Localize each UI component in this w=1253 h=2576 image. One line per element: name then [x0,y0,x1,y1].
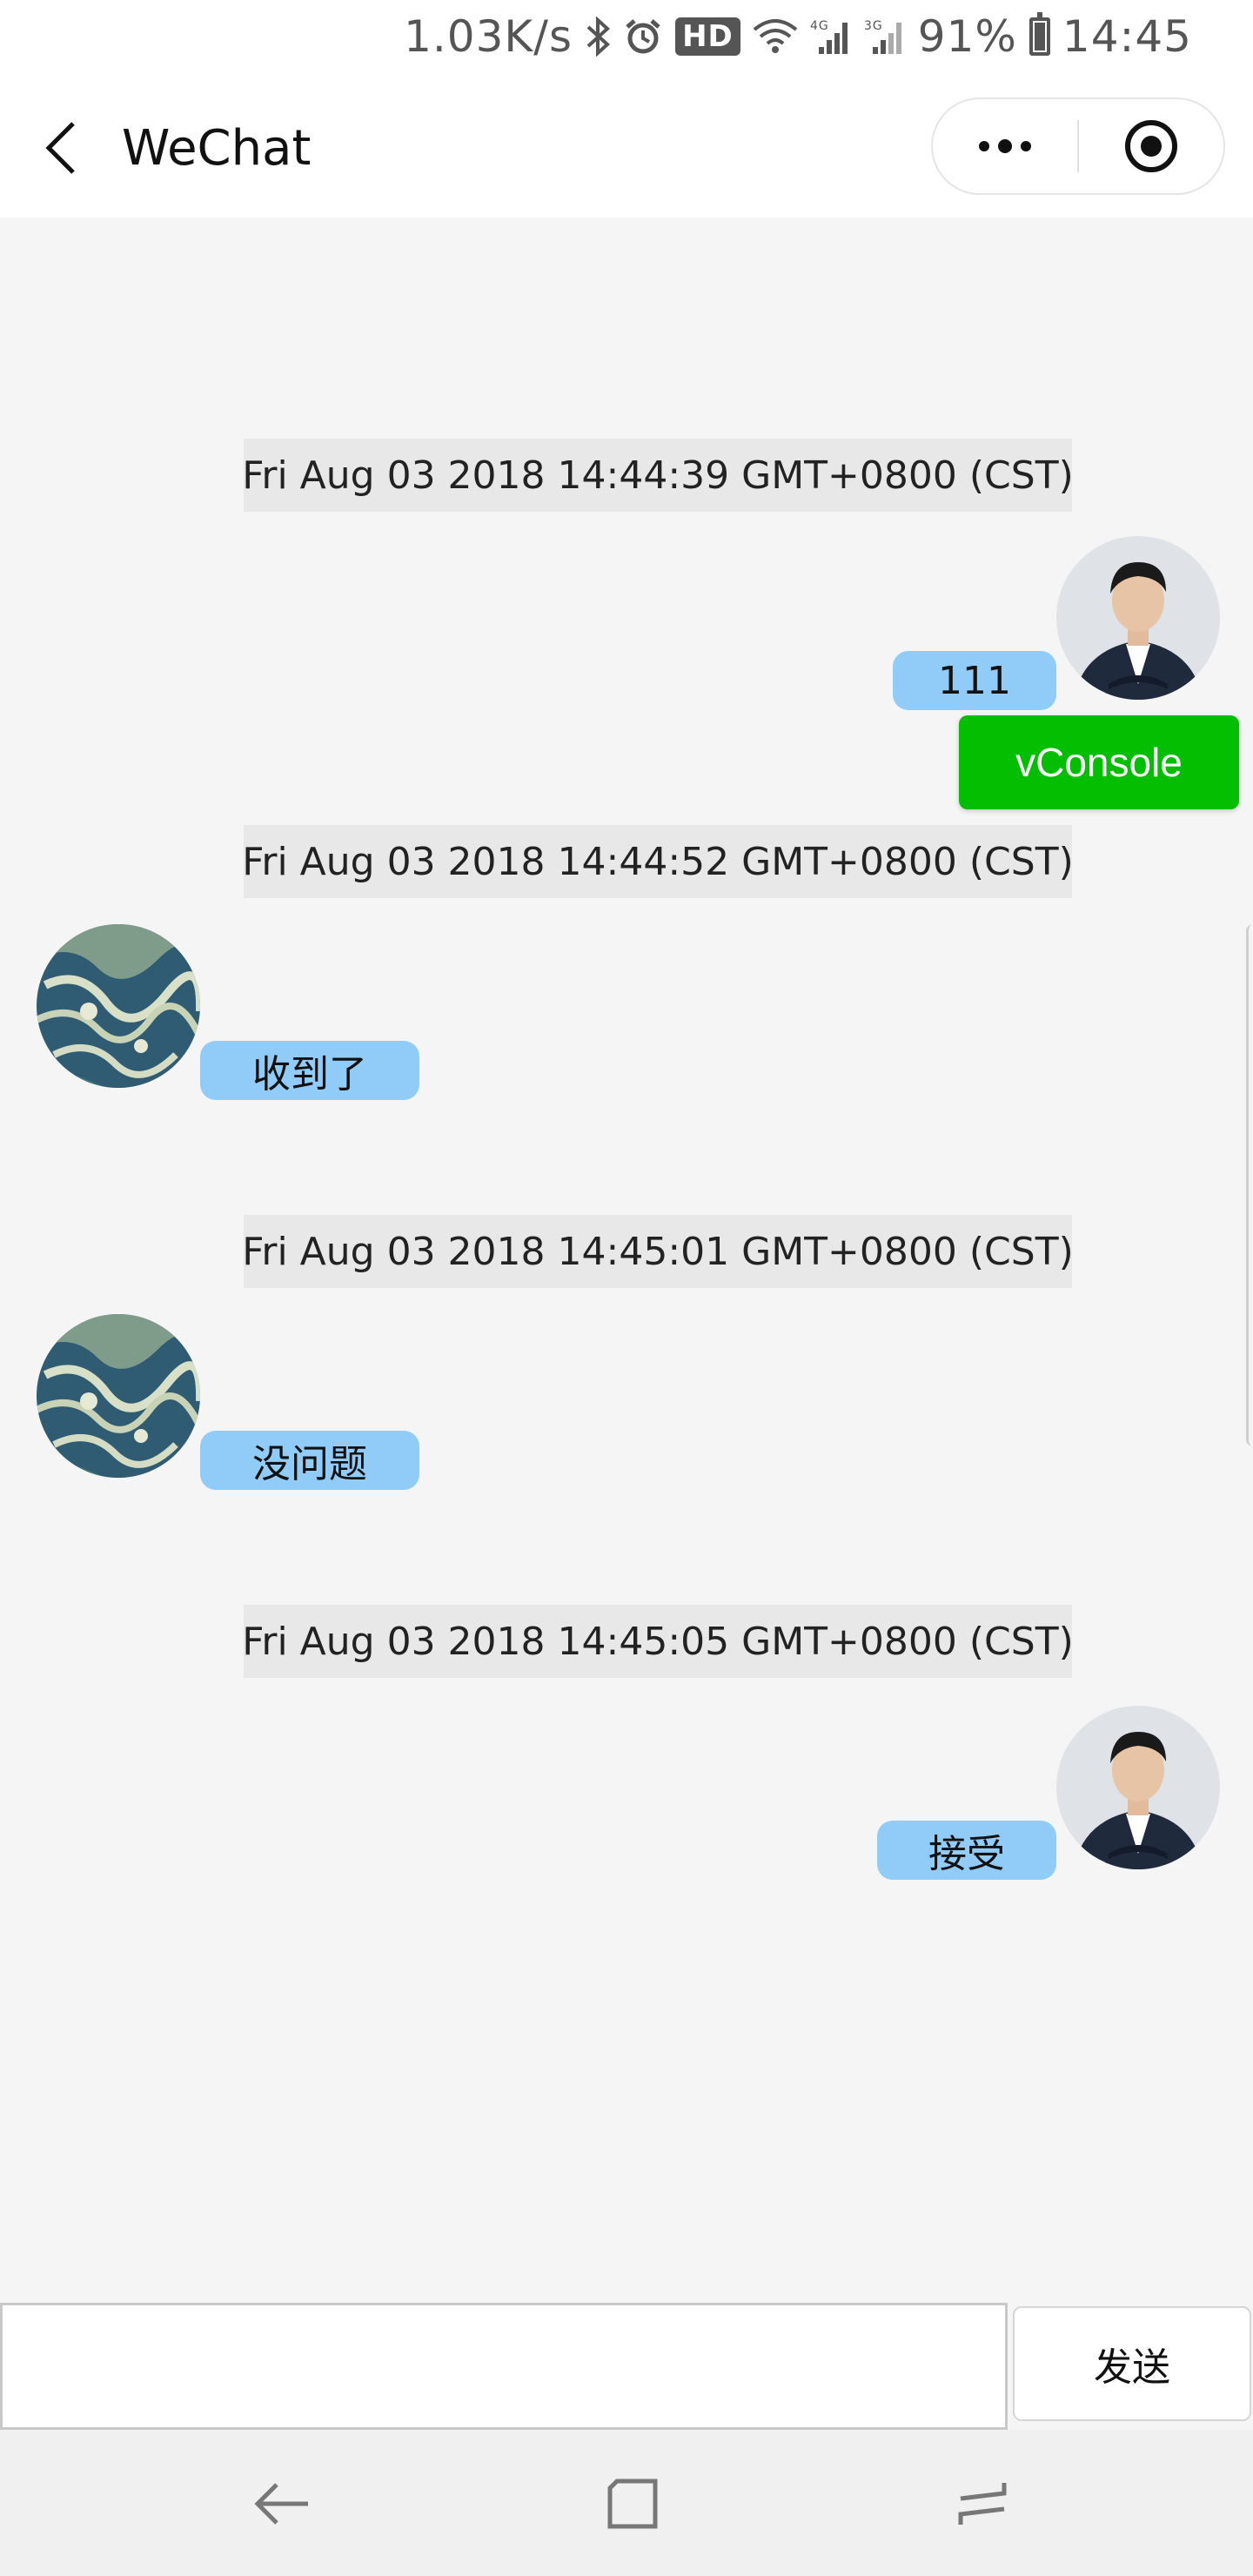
message-timestamp: Fri Aug 03 2018 14:44:52 GMT+0800 (CST) [242,825,1074,898]
send-button[interactable]: 发送 [1013,2306,1251,2421]
message-timestamp: Fri Aug 03 2018 14:44:39 GMT+0800 (CST) [242,439,1074,512]
signal-4g-icon: 4G [810,17,852,56]
target-icon [1125,120,1177,172]
network-speed: 1.03K/s [404,11,573,62]
more-button[interactable] [933,99,1077,193]
wifi-icon [753,19,798,54]
system-nav-bar [0,2430,1253,2576]
title-bar: WeChat [0,75,1253,218]
message-bubble-self[interactable]: 接受 [877,1821,1056,1880]
hd-badge: HD [675,17,740,57]
status-bar-icons: 1.03K/s HD 4G 3G 91% 14:45 [404,10,1192,63]
alarm-icon [623,17,663,57]
page-title: WeChat [122,120,312,177]
close-mini-program-button[interactable] [1079,99,1223,193]
battery-percent: 91% [917,11,1017,62]
message-timestamp: Fri Aug 03 2018 14:45:05 GMT+0800 (CST) [242,1605,1074,1678]
back-arrow-icon [45,122,75,174]
battery-icon [1029,12,1050,56]
back-button[interactable] [35,113,87,183]
nav-back-button[interactable] [244,2465,322,2543]
nav-home-button[interactable] [593,2465,672,2543]
message-bubble-contact[interactable]: 没问题 [200,1431,419,1490]
avatar-self[interactable] [1056,536,1220,700]
message-timestamp: Fri Aug 03 2018 14:45:01 GMT+0800 (CST) [242,1215,1074,1288]
vconsole-button[interactable]: vConsole [959,715,1239,809]
nav-recents-button[interactable] [943,2465,1022,2543]
message-input[interactable] [0,2303,1008,2430]
nav-back-icon [254,2483,308,2525]
avatar-self[interactable] [1056,1706,1220,1869]
message-bubble-contact[interactable]: 收到了 [200,1041,419,1100]
svg-text:3G: 3G [864,19,883,33]
avatar-contact[interactable] [37,1314,200,1478]
bluetooth-icon [585,17,611,57]
more-dots-icon [979,139,1031,153]
svg-text:4G: 4G [810,19,829,33]
status-bar: 1.03K/s HD 4G 3G 91% 14:45 [0,0,1253,75]
avatar-contact[interactable] [37,924,200,1088]
nav-switch-icon [958,2483,1007,2525]
message-bubble-self[interactable]: 111 [893,651,1056,710]
chat-area[interactable]: Fri Aug 03 2018 14:44:39 GMT+0800 (CST) … [0,218,1253,2303]
nav-recent-square-icon [607,2479,658,2529]
status-time: 14:45 [1062,11,1192,62]
mini-program-capsule [931,97,1225,195]
input-bar: 发送 [0,2303,1253,2430]
side-drawer-handle[interactable] [1246,924,1253,1446]
signal-3g-icon: 3G [864,17,906,56]
